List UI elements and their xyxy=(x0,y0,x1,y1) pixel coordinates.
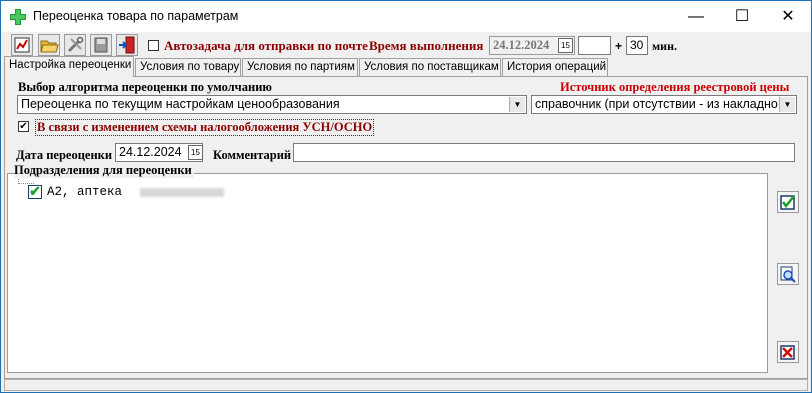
tab-settings[interactable]: Настройка переоценки xyxy=(4,56,134,77)
green-cross-app-icon xyxy=(10,9,26,25)
tools-button[interactable] xyxy=(64,34,86,56)
date-label: Дата переоценки xyxy=(16,148,113,162)
exit-door-icon xyxy=(119,36,135,54)
chart-doc-icon xyxy=(14,37,30,53)
exit-button[interactable] xyxy=(116,34,138,56)
autotask-checkbox[interactable] xyxy=(148,40,159,51)
tab-label: История операций xyxy=(507,61,607,73)
select-all-button[interactable] xyxy=(777,191,799,213)
title-bar: Переоценка товара по параметрам — ☐ ✕ xyxy=(1,1,811,32)
source-select[interactable]: справочник (при отсутствии - из накладно… xyxy=(531,95,797,114)
algorithm-label: Выбор алгоритма переоценки по умолчанию xyxy=(18,80,272,94)
tab-label: Условия по товару xyxy=(140,61,240,73)
calendar-icon[interactable]: 15 xyxy=(188,145,203,160)
toolbar: Автозадача для отправки по почте Время в… xyxy=(1,32,811,58)
uncheck-all-icon xyxy=(780,345,795,360)
comment-input[interactable] xyxy=(293,143,795,162)
window-title: Переоценка товара по параметрам xyxy=(33,9,239,23)
search-doc-icon xyxy=(780,266,796,283)
deselect-all-button[interactable] xyxy=(777,341,799,363)
tab-product-conditions[interactable]: Условия по товару xyxy=(135,58,241,76)
folder-open-icon xyxy=(40,40,59,53)
maximize-button[interactable]: ☐ xyxy=(719,1,765,32)
tab-supplier-conditions[interactable]: Условия по поставщикам xyxy=(359,58,501,76)
departments-label: Подразделения для переоценки xyxy=(14,163,194,178)
tab-label: Условия по партиям xyxy=(247,61,355,73)
repricing-date-value: 24.12.2024 xyxy=(119,145,182,159)
main-window: Переоценка товара по параметрам — ☐ ✕ Ав… xyxy=(0,0,812,393)
disk-icon xyxy=(94,37,108,53)
exec-time-label: Время выполнения xyxy=(369,38,484,53)
tab-batch-conditions[interactable]: Условия по партиям xyxy=(242,58,358,76)
algorithm-select[interactable]: Переоценка по текущим настройкам ценообр… xyxy=(17,95,527,114)
minutes-unit: мин. xyxy=(652,39,678,53)
departments-tree: ✔ А2, аптека xyxy=(7,173,768,373)
algorithm-value: Переоценка по текущим настройкам ценообр… xyxy=(21,97,340,111)
tab-label: Условия по поставщикам xyxy=(364,61,499,73)
tax-change-checkbox[interactable]: ✔ xyxy=(18,121,29,132)
status-bar xyxy=(4,379,808,391)
close-button[interactable]: ✕ xyxy=(765,1,811,32)
chevron-down-icon[interactable]: ▼ xyxy=(509,97,525,112)
minutes-field[interactable]: 30 xyxy=(626,36,648,55)
exec-calendar-icon[interactable]: 15 xyxy=(558,38,573,53)
tools-icon xyxy=(67,36,84,53)
save-button[interactable] xyxy=(90,34,112,56)
department-checkbox[interactable]: ✔ xyxy=(28,184,42,199)
exec-date-value: 24.12.2024 xyxy=(493,38,550,52)
source-label: Источник определения реестровой цены xyxy=(560,80,790,94)
tax-change-label: В связи с изменением схемы налогообложен… xyxy=(35,119,375,136)
redacted-text xyxy=(140,188,224,197)
tab-label: Настройка переоценки xyxy=(9,59,132,71)
find-button[interactable] xyxy=(777,263,799,285)
plus-label: + xyxy=(615,39,623,53)
exec-hours-field[interactable] xyxy=(578,36,611,55)
run-repricing-button[interactable] xyxy=(11,34,33,56)
department-name: А2, аптека xyxy=(47,185,123,199)
tab-history[interactable]: История операций xyxy=(502,58,608,76)
comment-label: Комментарий xyxy=(213,148,292,162)
check-all-icon xyxy=(780,195,795,210)
minimize-button[interactable]: — xyxy=(673,1,719,32)
source-value: справочник (при отсутствии - из накладно xyxy=(535,97,778,111)
chevron-down-icon[interactable]: ▼ xyxy=(779,97,795,112)
autotask-label: Автозадача для отправки по почте xyxy=(164,38,368,53)
minutes-value: 30 xyxy=(630,38,644,52)
open-button[interactable] xyxy=(38,34,60,56)
